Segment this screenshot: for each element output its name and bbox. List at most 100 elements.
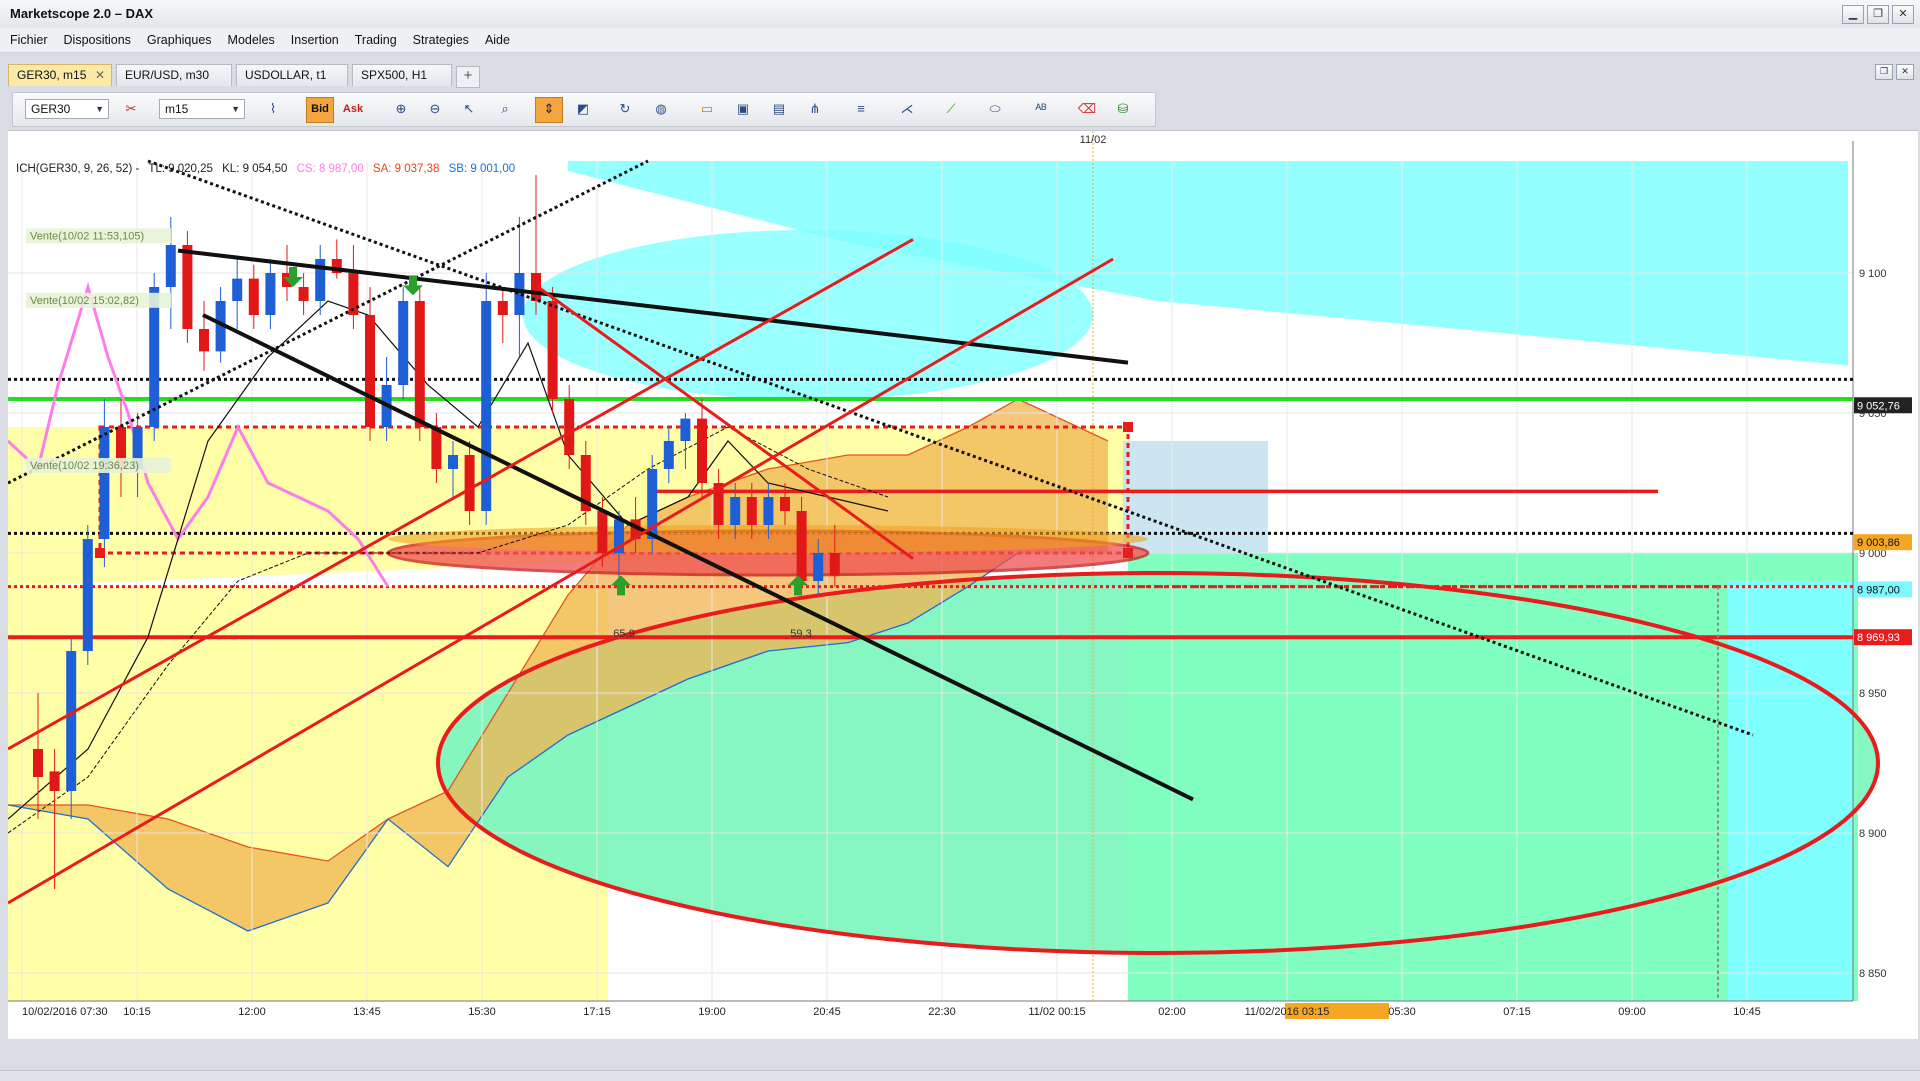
price-tag-label: 9 003,86 [1857, 537, 1900, 549]
template-icon[interactable]: ▤ [765, 97, 793, 123]
chart-settings-icon[interactable]: ◩ [569, 97, 597, 123]
chart-type-icon[interactable]: ✂ [117, 97, 145, 123]
ruler-icon[interactable]: ▭ [693, 97, 721, 123]
top-date-marker: 11/02 [1080, 134, 1107, 146]
text-icon[interactable]: ᴬᴮ [1027, 97, 1055, 123]
timeframe-value: m15 [165, 102, 189, 116]
menu-modeles[interactable]: Modeles [218, 33, 281, 47]
restore-chart-button[interactable]: ❐ [1875, 64, 1893, 80]
cursor-icon[interactable]: ↖ [455, 97, 483, 123]
candle-body [33, 749, 43, 777]
globe-icon[interactable]: ◍ [647, 97, 675, 123]
candle-body [680, 418, 691, 441]
candle-body [149, 287, 160, 427]
ellipse-icon[interactable]: ⬭ [981, 97, 1009, 123]
zoom-window-icon[interactable]: ⌕ [491, 97, 519, 123]
candle-body [398, 301, 409, 385]
order-label: Vente(10/02 15:02,82) [30, 295, 139, 307]
x-tick-label: 07:15 [1503, 1006, 1531, 1018]
y-tick-label: 8 900 [1859, 828, 1887, 840]
candle-body [66, 651, 77, 791]
instrument-select[interactable]: GER30 ▼ [25, 99, 109, 119]
add-tab-button[interactable]: + [456, 66, 480, 88]
lines-icon[interactable]: ≡ [847, 97, 875, 123]
legend-sa: SA: 9 037,38 [372, 163, 440, 175]
zoom-out-icon[interactable]: ⊖ [421, 97, 449, 123]
chart-panel[interactable]: 9 100 9 050 9 000 8 950 8 900 8 850 10/02/2016… [8, 130, 1918, 1039]
menu-insertion[interactable]: Insertion [281, 33, 345, 47]
candle-body [663, 441, 674, 469]
candle-body [464, 455, 475, 511]
tab-label: GER30, m15 [17, 68, 87, 82]
chart-tab-bar: GER30, m15 ✕ EUR/USD, m30 USDOLLAR, t1 S… [0, 62, 1920, 86]
window-title: Marketscope 2.0 – DAX [10, 6, 154, 21]
arrow-label: 65,9 [613, 628, 634, 640]
x-tick-label: 11/02/2016 03:15 [1245, 1006, 1330, 1018]
candle-body [182, 245, 193, 329]
tab-eurusd-m30[interactable]: EUR/USD, m30 [116, 64, 232, 86]
menu-strategies[interactable]: Strategies [403, 33, 475, 47]
candle-body [232, 278, 243, 301]
y-tick-label: 9 100 [1859, 268, 1887, 280]
x-tick-label: 10:45 [1733, 1006, 1761, 1018]
order-label: Vente(10/02 11:53,105) [30, 230, 144, 242]
timeframe-select[interactable]: m15 ▼ [159, 99, 245, 119]
candle-body [746, 497, 757, 525]
candle-body [298, 287, 309, 301]
candle-body [82, 539, 93, 651]
x-tick-label: 15:30 [468, 1006, 496, 1018]
eraser-icon[interactable]: ⌫ [1073, 97, 1101, 123]
tab-spx500-h1[interactable]: SPX500, H1 [352, 64, 452, 86]
fan-icon[interactable]: ⋌ [893, 97, 921, 123]
menu-aide[interactable]: Aide [475, 33, 516, 47]
price-tag-label: 8 987,00 [1857, 584, 1900, 596]
candle-body [448, 455, 458, 469]
x-tick-label: 20:45 [813, 1006, 841, 1018]
menu-graphiques[interactable]: Graphiques [137, 33, 218, 47]
arrow-label: 59,3 [790, 628, 811, 640]
trend-line-icon[interactable]: ⟋ [937, 97, 965, 123]
pitchfork-icon[interactable]: ⋔ [801, 97, 829, 123]
x-tick-label: 10:15 [123, 1006, 151, 1018]
close-chart-button[interactable]: ✕ [1896, 64, 1914, 80]
candle-body [763, 497, 774, 525]
instrument-value: GER30 [31, 102, 71, 116]
legend-cs: CS: 8 987,00 [296, 163, 364, 175]
tab-ger30-m15[interactable]: GER30, m15 ✕ [8, 64, 112, 86]
x-tick-label: 10/02/2016 07:30 [22, 1006, 108, 1018]
legend-kl: KL: 9 054,50 [222, 163, 288, 175]
indicators-icon[interactable]: ⌇ [259, 97, 287, 123]
menu-trading[interactable]: Trading [345, 33, 403, 47]
crosshair-icon[interactable]: ⇕ [535, 97, 563, 123]
candle-body [199, 329, 209, 352]
close-button[interactable]: ✕ [1892, 5, 1914, 24]
zoom-in-icon[interactable]: ⊕ [387, 97, 415, 123]
anchor-marker [95, 548, 105, 558]
candle-body [730, 497, 741, 525]
x-tick-label: 05:30 [1388, 1006, 1416, 1018]
chevron-down-icon: ▼ [231, 104, 240, 114]
menu-dispositions[interactable]: Dispositions [54, 33, 137, 47]
restore-button[interactable]: ❐ [1867, 5, 1889, 24]
candle-body [697, 418, 707, 483]
minimize-button[interactable]: ▁ [1842, 5, 1864, 24]
tab-usdollar-t1[interactable]: USDOLLAR, t1 [236, 64, 348, 86]
image-icon[interactable]: ▣ [729, 97, 757, 123]
x-tick-label: 17:15 [583, 1006, 611, 1018]
price-tag-label: 9 052,76 [1857, 400, 1900, 412]
indicator-legend: ICH(GER30, 9, 26, 52) - TL: 9 020,25 KL:… [16, 163, 521, 175]
refresh-icon[interactable]: ↻ [611, 97, 639, 123]
orders-icon[interactable]: ⛁ [1109, 97, 1137, 123]
title-bar: Marketscope 2.0 – DAX ▁ ❐ ✕ [0, 0, 1920, 29]
tab-label: EUR/USD, m30 [125, 68, 210, 82]
candle-body [597, 511, 608, 553]
candle-body [780, 497, 790, 511]
bid-button[interactable]: Bid [306, 97, 334, 123]
ask-button[interactable]: Ask [339, 97, 367, 123]
tab-label: SPX500, H1 [361, 68, 428, 82]
close-tab-icon[interactable]: ✕ [95, 65, 105, 86]
menu-fichier[interactable]: Fichier [0, 33, 54, 47]
chart-toolbar: GER30 ▼ ✂ m15 ▼ ⌇ Bid Ask ⊕ ⊖ ↖ ⌕ ⇕ ◩ ↻ ◍ … [12, 92, 1156, 127]
price-chart[interactable]: 9 1009 0509 0008 9508 9008 85010/02/2016… [8, 131, 1918, 1039]
y-tick-label: 8 850 [1859, 968, 1887, 980]
